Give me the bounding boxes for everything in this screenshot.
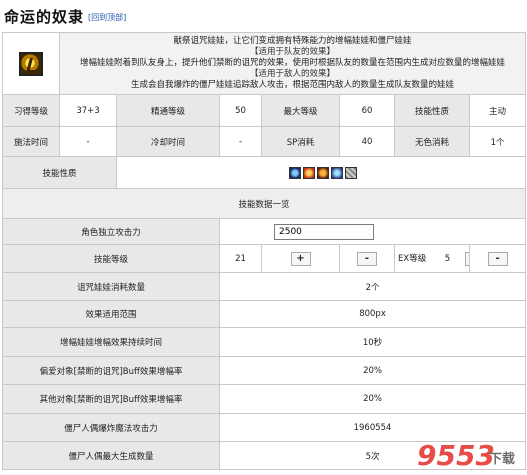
stat-row: 诅咒娃娃消耗数量 2个 xyxy=(2,272,527,301)
stat-row: 僵尸人偶爆炸魔法攻击力 1960554 xyxy=(2,413,527,442)
stat-label: 偏爱对象[禁断的诅咒]Buff效果增幅率 xyxy=(2,356,220,385)
colorless-cost-label: 无色消耗 xyxy=(394,126,470,157)
back-to-top-link[interactable]: [回到顶部] xyxy=(88,12,126,23)
skill-level-plus-button[interactable]: + xyxy=(290,251,311,266)
max-level-label: 最大等级 xyxy=(261,94,340,127)
description-ally-text: 增幅娃娃附着到队友身上，提升他们禁断的诅咒的效果，使用时根据队友的数量在范围内生… xyxy=(80,58,506,68)
data-section-title: 技能数据一览 xyxy=(1,188,527,219)
skill-properties-row: 技能性质 xyxy=(2,156,527,189)
stat-label: 僵尸人偶爆炸魔法攻击力 xyxy=(2,413,220,442)
description-intro: 献祭诅咒娃娃，让它们变成拥有特殊能力的增幅娃娃和僵尸娃娃 xyxy=(173,36,412,46)
skill-description: 献祭诅咒娃娃，让它们变成拥有特殊能力的增幅娃娃和僵尸娃娃 【适用于队友的效果】 … xyxy=(58,32,527,95)
cooldown-label: 冷却时间 xyxy=(116,126,220,157)
stat-value: 800px xyxy=(218,300,527,328)
flame-swirl-icon xyxy=(317,166,329,179)
gray-pattern-icon xyxy=(345,166,357,179)
attack-input[interactable] xyxy=(274,223,374,240)
colorless-cost-value: 1个 xyxy=(468,126,527,157)
cooldown-value: - xyxy=(219,126,262,157)
skill-properties-label: 技能性质 xyxy=(2,156,117,189)
blue-orb-icon xyxy=(289,166,301,179)
description-enemy-text: 生成会自我爆炸的僵尸娃娃追踪敌人攻击，根据范围内敌人的数量生成队友数量的娃娃 xyxy=(131,80,455,90)
mastery-level-label: 精通等级 xyxy=(116,94,220,127)
description-enemy-heading: 【适用于敌人的效果】 xyxy=(250,69,336,79)
skill-properties-icons xyxy=(115,156,527,189)
skill-info-row-2: 施法时间 - 冷却时间 - SP消耗 40 无色消耗 1个 xyxy=(2,126,527,157)
ex-level-minus-button[interactable]: - xyxy=(487,251,508,266)
skill-level-minus-button[interactable]: - xyxy=(357,251,377,266)
stat-label: 效果适用范围 xyxy=(2,300,220,328)
stat-label: 其他对象[禁断的诅咒]Buff效果增幅率 xyxy=(2,384,220,414)
ex-level-value: 5 xyxy=(444,253,451,264)
stat-value: 1960554 xyxy=(218,413,527,442)
skill-type-label: 技能性质 xyxy=(394,94,470,127)
cast-time-value: - xyxy=(59,126,117,157)
stat-value: 20% xyxy=(218,356,527,385)
cast-time-label: 施法时间 xyxy=(2,126,60,157)
attack-input-cell xyxy=(218,218,527,245)
stat-row: 增幅娃娃增幅效果持续时间 10秒 xyxy=(2,327,527,357)
ex-level-label: EX等级 xyxy=(398,253,427,264)
skill-type-value: 主动 xyxy=(468,94,527,127)
stat-row: 僵尸人偶最大生成数量 5次 xyxy=(2,441,527,470)
attack-input-row: 角色独立攻击力 xyxy=(2,218,527,245)
stat-label: 增幅娃娃增幅效果持续时间 xyxy=(2,327,220,357)
max-level-value: 60 xyxy=(339,94,395,127)
stat-label: 僵尸人偶最大生成数量 xyxy=(2,441,220,470)
stat-row: 偏爱对象[禁断的诅咒]Buff效果增幅率 20% xyxy=(2,356,527,385)
stat-row: 其他对象[禁断的诅咒]Buff效果增幅率 20% xyxy=(2,384,527,414)
learn-level-label: 习得等级 xyxy=(2,94,60,127)
mastery-level-value: 50 xyxy=(219,94,262,127)
skill-level-label: 技能等级 xyxy=(2,244,220,273)
ex-level-plus-button[interactable]: + xyxy=(464,251,469,266)
page-title: 命运的奴隶 xyxy=(4,8,85,26)
golden-skull-skill-icon xyxy=(19,51,43,76)
title-bar: 命运的奴隶 [回到顶部] xyxy=(0,0,527,28)
stat-value: 2个 xyxy=(218,272,527,301)
stat-value: 10秒 xyxy=(218,327,527,357)
stat-value: 5次 xyxy=(218,441,527,470)
stat-row: 效果适用范围 800px xyxy=(2,300,527,328)
attack-label: 角色独立攻击力 xyxy=(2,218,220,245)
sp-cost-label: SP消耗 xyxy=(261,126,340,157)
sp-cost-value: 40 xyxy=(339,126,395,157)
ex-level-minus-cell: - xyxy=(468,244,527,273)
learn-level-value: 37+3 xyxy=(59,94,117,127)
stat-label: 诅咒娃娃消耗数量 xyxy=(2,272,220,301)
description-ally-heading: 【适用于队友的效果】 xyxy=(250,47,336,57)
data-section-header-row: 技能数据一览 xyxy=(1,188,527,219)
skill-level-value: 21 xyxy=(219,244,262,273)
fire-burst-icon xyxy=(303,166,315,179)
stat-value: 20% xyxy=(218,384,527,414)
skill-table: 献祭诅咒娃娃，让它们变成拥有特殊能力的增幅娃娃和僵尸娃娃 【适用于队友的效果】 … xyxy=(1,32,527,470)
skill-level-minus-cell: - xyxy=(339,244,395,273)
skill-description-row: 献祭诅咒娃娃，让它们变成拥有特殊能力的增幅娃娃和僵尸娃娃 【适用于队友的效果】 … xyxy=(2,32,527,95)
skill-icon-cell xyxy=(2,32,60,95)
ex-level-cell: EX等级 5 + xyxy=(394,244,470,273)
skill-level-plus-cell: + xyxy=(261,244,340,273)
skill-info-row-1: 习得等级 37+3 精通等级 50 最大等级 60 技能性质 主动 xyxy=(2,94,527,127)
blue-flash-icon xyxy=(331,166,343,179)
property-icon-group xyxy=(289,166,357,179)
skill-level-row: 技能等级 21 + - EX等级 5 + - xyxy=(2,244,527,273)
